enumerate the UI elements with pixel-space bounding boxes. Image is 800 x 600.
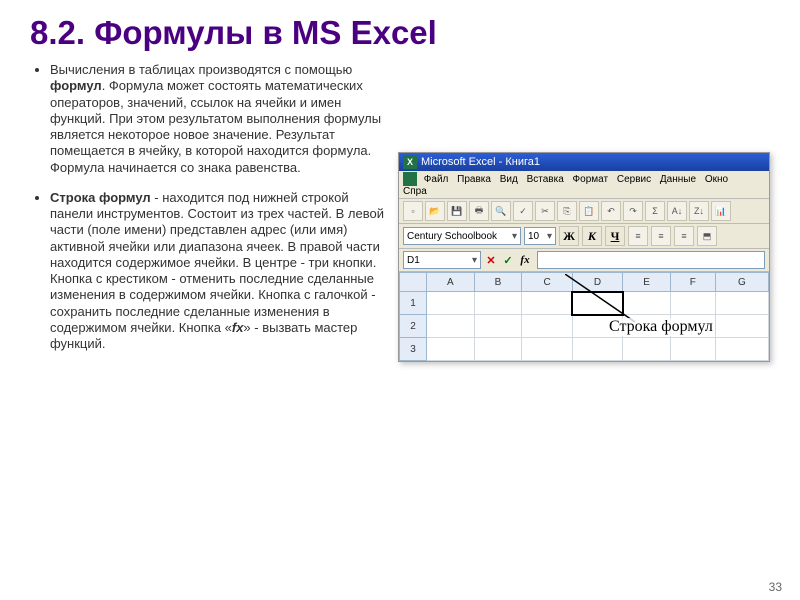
align-center-icon[interactable]: ≡: [651, 226, 671, 246]
sort-desc-icon[interactable]: Z↓: [689, 201, 709, 221]
cell[interactable]: [427, 315, 475, 338]
menu-view[interactable]: Вид: [500, 174, 518, 185]
cell[interactable]: [715, 315, 768, 338]
cell[interactable]: [474, 338, 522, 361]
menu-tools[interactable]: Сервис: [617, 174, 651, 185]
p2-fx: fx: [232, 320, 244, 335]
cut-icon[interactable]: ✂: [535, 201, 555, 221]
cell[interactable]: [427, 338, 475, 361]
print-icon[interactable]: 🖶: [469, 201, 489, 221]
cell[interactable]: [474, 315, 522, 338]
row-header-3[interactable]: 3: [400, 338, 427, 361]
menu-help[interactable]: Спра: [403, 186, 427, 197]
excel-window: X Microsoft Excel - Книга1 Файл Правка В…: [398, 152, 770, 362]
col-header-B[interactable]: B: [474, 273, 522, 292]
cancel-formula-icon[interactable]: ✕: [484, 252, 498, 268]
cell[interactable]: [572, 338, 622, 361]
cell[interactable]: [670, 292, 715, 315]
corner-header[interactable]: [400, 273, 427, 292]
cell[interactable]: [427, 292, 475, 315]
cell[interactable]: [623, 292, 671, 315]
p2-bold: Строка формул: [50, 190, 151, 205]
font-name-value: Century Schoolbook: [407, 231, 497, 242]
excel-titlebar: X Microsoft Excel - Книга1: [399, 153, 769, 171]
chart-icon[interactable]: 📊: [711, 201, 731, 221]
menu-format[interactable]: Формат: [573, 174, 609, 185]
body-text: Вычисления в таблицах производятся с пом…: [30, 62, 388, 366]
col-header-A[interactable]: A: [427, 273, 475, 292]
p1-pre: Вычисления в таблицах производятся с пом…: [50, 62, 352, 77]
confirm-formula-icon[interactable]: ✓: [501, 252, 515, 268]
copy-icon[interactable]: ⎘: [557, 201, 577, 221]
col-header-D[interactable]: D: [572, 273, 622, 292]
undo-icon[interactable]: ↶: [601, 201, 621, 221]
excel-grid: A B C D E F G 1: [399, 272, 769, 361]
preview-icon[interactable]: 🔍: [491, 201, 511, 221]
col-header-C[interactable]: C: [522, 273, 572, 292]
menu-insert[interactable]: Вставка: [527, 174, 564, 185]
cell-D1[interactable]: [572, 292, 622, 315]
cell[interactable]: [670, 338, 715, 361]
font-size-value: 10: [528, 231, 539, 242]
align-right-icon[interactable]: ≡: [674, 226, 694, 246]
p2-mid: - находится под нижней строкой панели ин…: [50, 190, 384, 335]
cell[interactable]: [522, 292, 572, 315]
italic-button[interactable]: К: [582, 226, 602, 246]
p1-bold: формул: [50, 78, 102, 93]
chevron-down-icon: ▾: [547, 231, 552, 242]
excel-doc-icon: [403, 172, 417, 186]
formula-input[interactable]: [537, 251, 765, 269]
excel-format-toolbar: Century Schoolbook ▾ 10 ▾ Ж К Ч ≡ ≡ ≡ ⬒: [399, 224, 769, 249]
chevron-down-icon: ▾: [472, 255, 477, 266]
row-header-1[interactable]: 1: [400, 292, 427, 315]
sort-asc-icon[interactable]: A↓: [667, 201, 687, 221]
bold-button[interactable]: Ж: [559, 226, 579, 246]
excel-menubar: Файл Правка Вид Вставка Формат Сервис Да…: [399, 171, 769, 199]
align-left-icon[interactable]: ≡: [628, 226, 648, 246]
chevron-down-icon: ▾: [512, 231, 517, 242]
menu-data[interactable]: Данные: [660, 174, 696, 185]
name-box[interactable]: D1 ▾: [403, 251, 481, 269]
underline-button[interactable]: Ч: [605, 226, 625, 246]
row-header-2[interactable]: 2: [400, 315, 427, 338]
annotation-label: Строка формул: [609, 318, 713, 336]
font-size-select[interactable]: 10 ▾: [524, 227, 556, 245]
menu-file[interactable]: Файл: [424, 174, 449, 185]
col-header-E[interactable]: E: [623, 273, 671, 292]
cell[interactable]: [522, 315, 572, 338]
page-number: 33: [769, 580, 782, 594]
cell[interactable]: [715, 292, 768, 315]
new-doc-icon[interactable]: ▫: [403, 201, 423, 221]
fx-button[interactable]: fx: [518, 252, 532, 268]
save-icon[interactable]: 💾: [447, 201, 467, 221]
col-header-F[interactable]: F: [670, 273, 715, 292]
font-name-select[interactable]: Century Schoolbook ▾: [403, 227, 521, 245]
cell[interactable]: [474, 292, 522, 315]
col-header-G[interactable]: G: [715, 273, 768, 292]
cell[interactable]: [522, 338, 572, 361]
cell[interactable]: [623, 338, 671, 361]
excel-standard-toolbar: ▫ 📂 💾 🖶 🔍 ✓ ✂ ⎘ 📋 ↶ ↷ Σ A↓ Z↓ 📊: [399, 199, 769, 224]
paste-icon[interactable]: 📋: [579, 201, 599, 221]
open-icon[interactable]: 📂: [425, 201, 445, 221]
name-box-value: D1: [407, 255, 420, 266]
formula-bar: D1 ▾ ✕ ✓ fx: [399, 249, 769, 272]
slide-title: 8.2. Формулы в MS Excel: [30, 14, 770, 52]
spell-icon[interactable]: ✓: [513, 201, 533, 221]
redo-icon[interactable]: ↷: [623, 201, 643, 221]
excel-app-icon: X: [403, 155, 417, 169]
excel-window-title: Microsoft Excel - Книга1: [421, 156, 540, 168]
cell[interactable]: [715, 338, 768, 361]
sum-icon[interactable]: Σ: [645, 201, 665, 221]
menu-edit[interactable]: Правка: [457, 174, 491, 185]
menu-window[interactable]: Окно: [705, 174, 728, 185]
merge-icon[interactable]: ⬒: [697, 226, 717, 246]
